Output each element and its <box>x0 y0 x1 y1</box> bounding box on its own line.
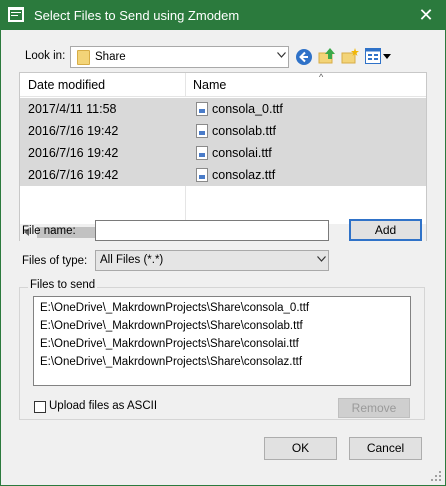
ascii-checkbox-label[interactable]: Upload files as ASCII <box>49 400 157 412</box>
file-date: 2016/7/16 19:42 <box>28 168 119 182</box>
list-item[interactable]: E:\OneDrive\_MakrdownProjects\Share\cons… <box>40 320 303 332</box>
font-file-icon <box>196 146 208 160</box>
look-in-value: Share <box>95 51 126 63</box>
remove-button[interactable]: Remove <box>338 398 410 418</box>
dropdown-arrow-icon <box>383 54 391 59</box>
file-name: consola_0.ttf <box>212 102 283 116</box>
file-row[interactable]: 2016/7/16 19:42 consolai.ttf <box>20 142 426 164</box>
column-header-date-modified[interactable]: Date modified <box>28 78 105 92</box>
look-in-combo[interactable]: Share <box>70 46 289 68</box>
add-button[interactable]: Add <box>349 219 422 241</box>
ok-button[interactable]: OK <box>264 437 337 460</box>
file-type-label: Files of type: <box>22 255 88 267</box>
file-row[interactable]: 2016/7/16 19:42 consolaz.ttf <box>20 164 426 186</box>
file-row[interactable]: 2017/4/11 11:58 consola_0.ttf <box>20 98 426 120</box>
files-to-send-label: Files to send <box>28 279 98 291</box>
new-folder-icon[interactable] <box>341 47 359 65</box>
cancel-button[interactable]: Cancel <box>349 437 422 460</box>
file-name: consolai.ttf <box>212 146 272 160</box>
title-bar[interactable]: Select Files to Send using Zmodem ✕ <box>0 0 446 30</box>
folder-icon <box>77 50 90 65</box>
file-name: consolab.ttf <box>212 124 276 138</box>
view-menu-icon <box>365 48 381 64</box>
list-item[interactable]: E:\OneDrive\_MakrdownProjects\Share\cons… <box>40 302 309 314</box>
ascii-checkbox[interactable] <box>34 401 46 413</box>
file-date: 2016/7/16 19:42 <box>28 124 119 138</box>
file-list-header: Date modified Name ^ <box>20 72 426 97</box>
view-menu-button[interactable] <box>365 47 393 67</box>
file-date: 2016/7/16 19:42 <box>28 146 119 160</box>
file-name-input[interactable] <box>95 220 329 241</box>
font-file-icon <box>196 124 208 138</box>
column-header-name[interactable]: Name <box>193 78 226 92</box>
close-icon: ✕ <box>418 5 434 25</box>
file-name: consolaz.ttf <box>212 168 276 182</box>
app-icon <box>8 7 24 22</box>
file-type-value: All Files (*.*) <box>100 254 164 266</box>
up-folder-icon[interactable] <box>318 47 336 65</box>
column-divider <box>185 186 186 224</box>
back-icon[interactable] <box>295 48 313 66</box>
file-type-select[interactable]: All Files (*.*) <box>95 250 329 271</box>
close-button[interactable]: ✕ <box>406 0 446 30</box>
chevron-down-icon <box>317 256 326 262</box>
dialog-window: Select Files to Send using Zmodem ✕ Look… <box>0 0 446 486</box>
column-divider[interactable] <box>185 73 186 97</box>
list-item[interactable]: E:\OneDrive\_MakrdownProjects\Share\cons… <box>40 356 302 368</box>
dialog-body: Look in: Share Date modified Name ^ 2017… <box>1 30 445 485</box>
font-file-icon <box>196 102 208 116</box>
list-item[interactable]: E:\OneDrive\_MakrdownProjects\Share\cons… <box>40 338 299 350</box>
file-date: 2017/4/11 11:58 <box>28 102 117 116</box>
resize-grip-icon[interactable] <box>430 470 442 482</box>
sort-ascending-icon: ^ <box>319 72 324 82</box>
font-file-icon <box>196 168 208 182</box>
file-row[interactable]: 2016/7/16 19:42 consolab.ttf <box>20 120 426 142</box>
files-to-send-list[interactable]: E:\OneDrive\_MakrdownProjects\Share\cons… <box>33 296 411 386</box>
chevron-down-icon <box>277 52 286 58</box>
file-list[interactable]: Date modified Name ^ 2017/4/11 11:58 con… <box>19 72 427 241</box>
look-in-label: Look in: <box>25 50 66 62</box>
file-name-label: File name: <box>22 225 76 237</box>
window-title: Select Files to Send using Zmodem <box>34 8 240 23</box>
